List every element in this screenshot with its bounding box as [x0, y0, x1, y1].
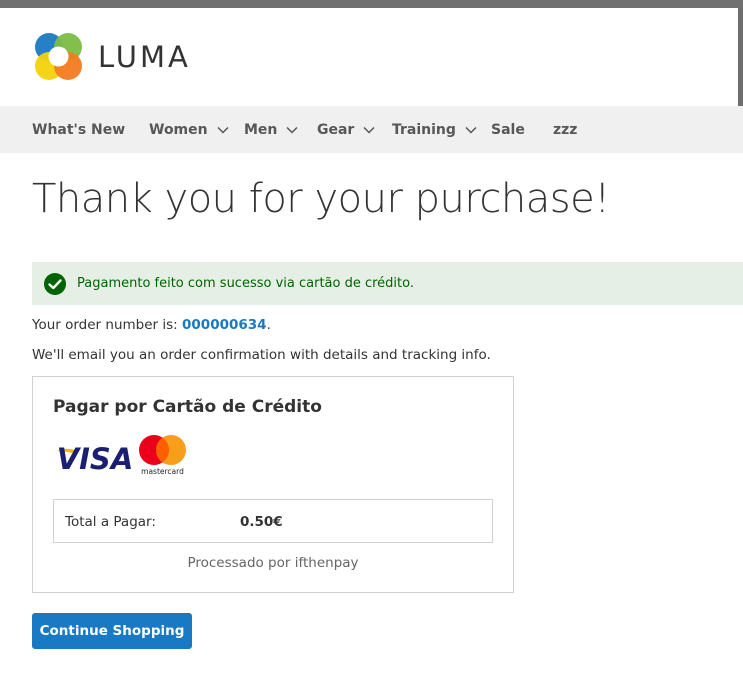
- nav-item-label: What's New: [32, 121, 126, 138]
- luma-logo-icon: [35, 33, 82, 80]
- success-message-text: Pagamento feito com sucesso via cartão d…: [77, 276, 414, 291]
- nav-item-sale[interactable]: Sale: [491, 106, 525, 153]
- main-navigation: What's New Women Men Gear Training Sale …: [0, 106, 743, 153]
- payment-title: Pagar por Cartão de Crédito: [53, 397, 322, 417]
- order-number-line: Your order number is: 000000634.: [32, 317, 271, 333]
- total-row: Total a Pagar: 0.50€: [53, 499, 493, 543]
- check-circle-icon: [44, 272, 66, 295]
- credit-card-payment-box: Pagar por Cartão de Crédito VISA masterc…: [32, 376, 514, 593]
- nav-item-label: zzz: [553, 121, 578, 138]
- chevron-down-icon: [217, 126, 229, 134]
- nav-item-label: Gear: [317, 121, 355, 138]
- visa-logo-icon: VISA: [57, 442, 134, 472]
- nav-item-label: Men: [244, 121, 278, 138]
- nav-item-zzz[interactable]: zzz: [553, 106, 577, 153]
- nav-item-training[interactable]: Training: [392, 106, 477, 153]
- chevron-down-icon: [363, 126, 375, 134]
- nav-item-gear[interactable]: Gear: [317, 106, 375, 153]
- nav-item-men[interactable]: Men: [244, 106, 298, 153]
- page-header: LUMA: [0, 8, 738, 106]
- continue-shopping-button[interactable]: Continue Shopping: [32, 613, 192, 649]
- nav-item-label: Training: [392, 121, 456, 138]
- order-number-prefix: Your order number is:: [32, 317, 183, 333]
- email-confirmation-note: We'll email you an order confirmation wi…: [32, 347, 491, 363]
- nav-item-whats-new[interactable]: What's New: [32, 106, 125, 153]
- order-number-suffix: .: [266, 317, 271, 333]
- order-number-link[interactable]: 000000634: [182, 317, 267, 333]
- header-right-edge: [738, 8, 743, 106]
- card-brands: VISA mastercard: [55, 434, 189, 476]
- mastercard-logo-icon: mastercard: [139, 435, 186, 476]
- mastercard-logo-text: mastercard: [141, 467, 184, 476]
- logo-text: LUMA: [98, 40, 191, 74]
- page-title: Thank you for your purchase!: [32, 176, 610, 222]
- visa-logo-text: VISA: [57, 442, 134, 472]
- total-value: 0.50€: [240, 514, 283, 530]
- chevron-down-icon: [286, 126, 298, 134]
- browser-top-strip: [0, 0, 743, 8]
- processed-by-text: Processado por ifthenpay: [187, 555, 359, 571]
- luma-logo[interactable]: LUMA: [32, 31, 191, 83]
- chevron-down-icon: [465, 126, 477, 134]
- nav-item-women[interactable]: Women: [149, 106, 229, 153]
- nav-item-label: Women: [149, 121, 208, 138]
- nav-item-label: Sale: [491, 121, 525, 138]
- success-message-banner: Pagamento feito com sucesso via cartão d…: [32, 262, 743, 305]
- total-label: Total a Pagar:: [65, 514, 156, 530]
